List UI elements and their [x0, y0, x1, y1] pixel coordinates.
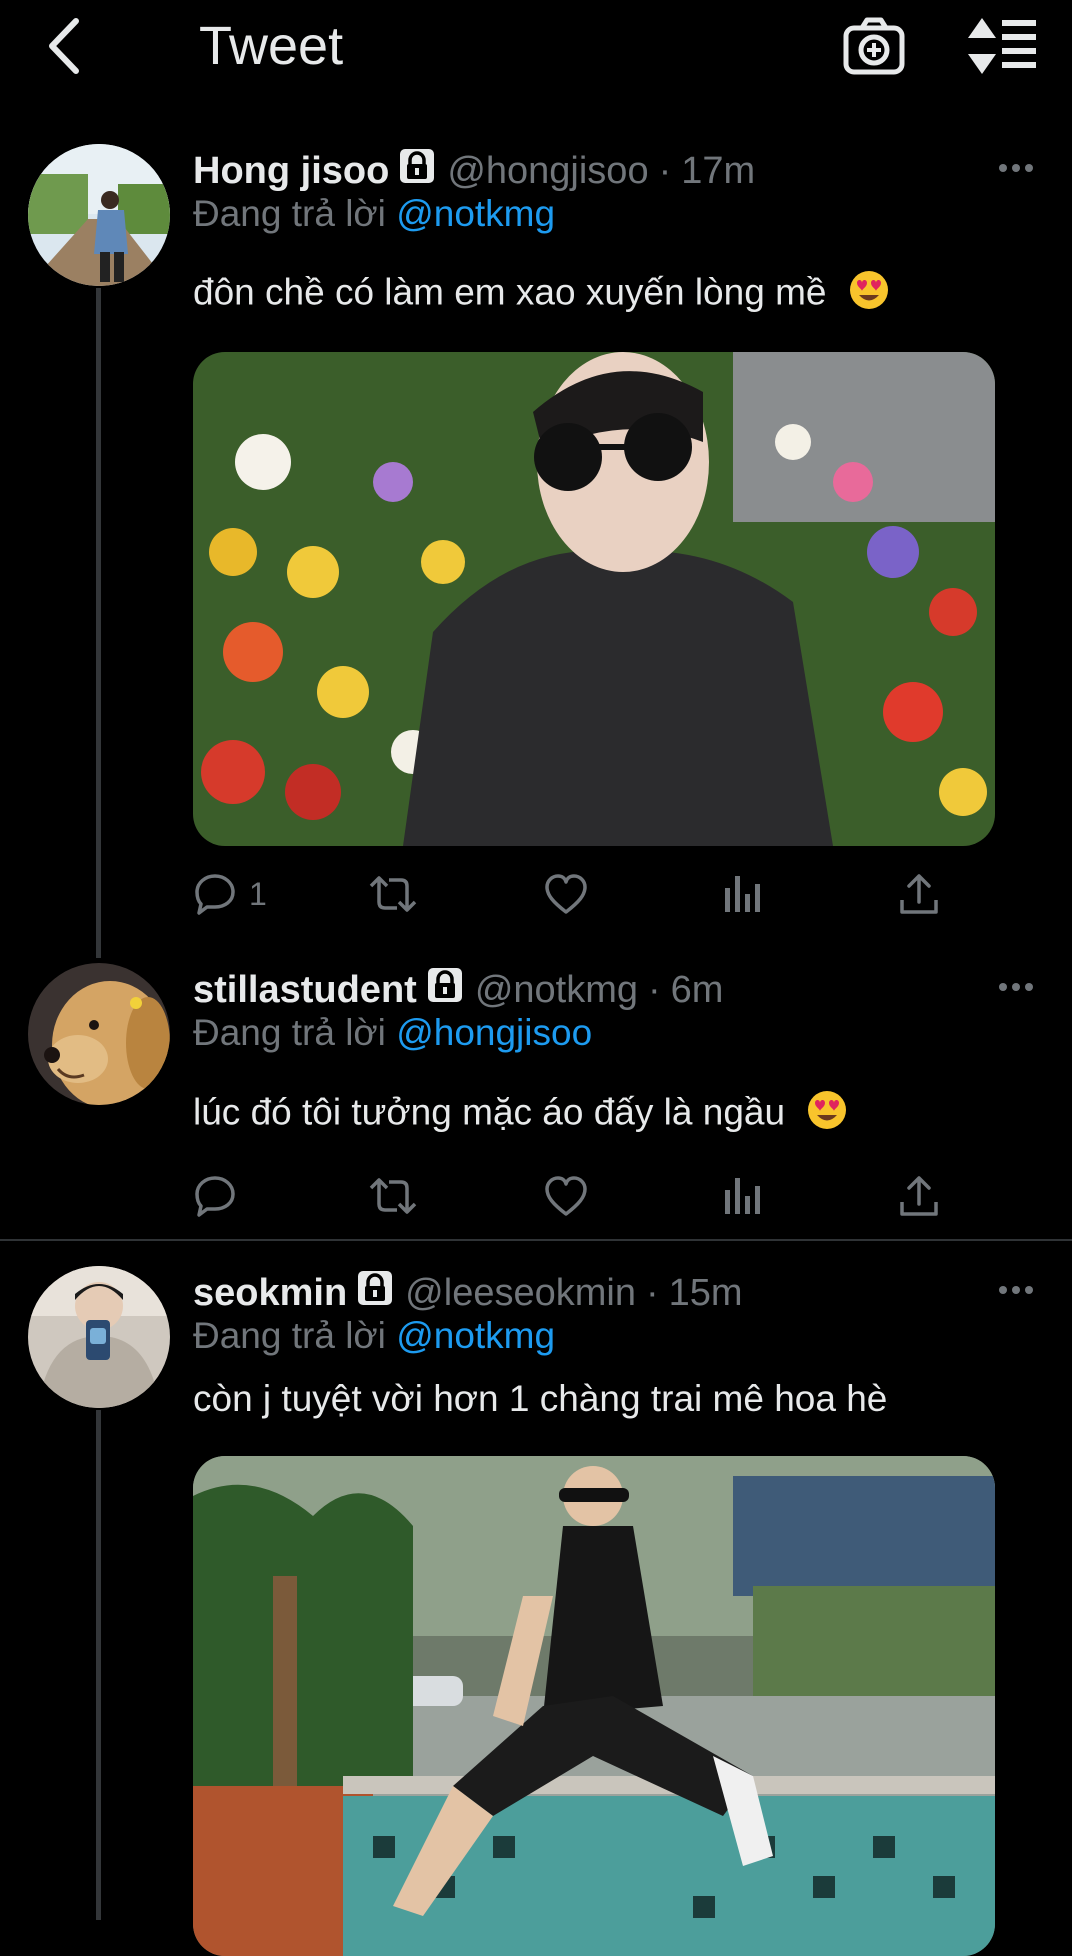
mention-link[interactable]: @notkmg	[396, 1315, 555, 1356]
avatar[interactable]	[28, 1266, 170, 1408]
thread-line	[96, 1410, 101, 1920]
lock-icon	[357, 1270, 393, 1316]
display-name[interactable]: seokmin	[193, 1272, 347, 1315]
more-horizontal-icon	[999, 1286, 1033, 1294]
more-options-button[interactable]	[994, 1268, 1038, 1312]
photo-balcony-pose-icon	[193, 1456, 995, 1956]
replying-to-label: Đang trả lời	[193, 1315, 386, 1356]
user-handle[interactable]: @leeseokmin	[405, 1272, 636, 1315]
tweet-media-image[interactable]	[193, 1456, 995, 1956]
timestamp: 15m	[668, 1271, 743, 1314]
tweet-text-body: còn j tuyệt vời hơn 1 chàng trai mê hoa …	[193, 1378, 888, 1419]
separator-dot: ·	[645, 1271, 659, 1314]
avatar-mirror-selfie-icon	[28, 1266, 170, 1408]
tweet-seokmin[interactable]: seokmin @leeseokmin · 15m Đang trả lời @…	[0, 0, 1072, 1956]
tweet-text: còn j tuyệt vời hơn 1 chàng trai mê hoa …	[193, 1378, 887, 1420]
replying-to: Đang trả lời @notkmg	[193, 1315, 555, 1357]
tweet-header: seokmin @leeseokmin · 15m	[193, 1270, 743, 1316]
